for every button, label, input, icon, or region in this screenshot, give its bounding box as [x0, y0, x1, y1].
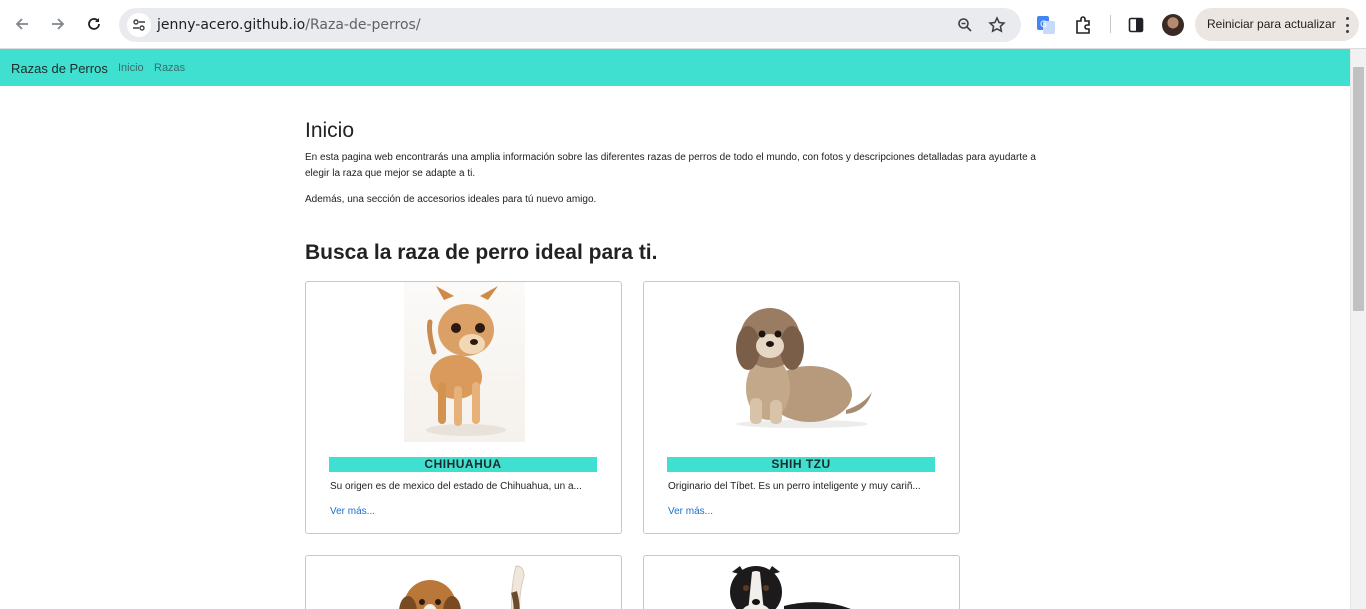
border-collie-image [724, 562, 864, 609]
bookmark-star-icon[interactable] [987, 15, 1007, 35]
navbar-brand[interactable]: Razas de Perros [11, 61, 108, 76]
site-navbar: Razas de Perros Inicio Razas [0, 49, 1350, 86]
toolbar-separator [1110, 15, 1111, 33]
card-title: CHIHUAHUA [329, 457, 597, 472]
url-path: /Raza-de-perros/ [305, 17, 421, 33]
extensions-icon[interactable] [1072, 14, 1094, 36]
chihuahua-image [404, 282, 525, 442]
breed-card-border-collie[interactable] [643, 555, 960, 609]
restart-button[interactable]: Reiniciar para actualizar [1195, 8, 1359, 41]
page-viewport: Razas de Perros Inicio Razas Inicio En e… [0, 49, 1366, 609]
breed-card-chihuahua[interactable]: CHIHUAHUA Su origen es de mexico del est… [305, 281, 622, 534]
card-title: SHIH TZU [667, 457, 935, 472]
zoom-icon[interactable] [955, 15, 975, 35]
page-title: Inicio [305, 119, 355, 142]
accessories-paragraph: Además, una sección de accesorios ideale… [305, 194, 597, 205]
page-scrollbar[interactable] [1350, 49, 1366, 609]
url-text[interactable]: jenny-acero.github.io/Raza-de-perros/ [157, 17, 421, 33]
breed-card-shih-tzu[interactable]: SHIH TZU Originario del Tíbet. Es un per… [643, 281, 960, 534]
menu-kebab-icon[interactable] [1345, 17, 1349, 33]
translate-icon[interactable]: G [1035, 14, 1057, 36]
site-info-icon[interactable] [127, 13, 151, 37]
url-domain: jenny-acero.github.io [157, 17, 306, 33]
search-heading: Busca la raza de perro ideal para ti. [305, 241, 658, 264]
nav-link-inicio[interactable]: Inicio [118, 62, 144, 74]
address-bar[interactable]: jenny-acero.github.io/Raza-de-perros/ [119, 8, 1021, 42]
card-description: Originario del Tíbet. Es un perro inteli… [668, 481, 921, 492]
forward-icon[interactable] [45, 11, 71, 37]
ver-mas-link[interactable]: Ver más... [330, 506, 375, 517]
side-panel-icon[interactable] [1125, 14, 1147, 36]
scrollbar-thumb[interactable] [1353, 67, 1364, 311]
beagle-image [394, 562, 534, 609]
browser-toolbar: jenny-acero.github.io/Raza-de-perros/ G … [0, 0, 1366, 49]
reload-icon[interactable] [81, 11, 107, 37]
nav-link-razas[interactable]: Razas [154, 62, 185, 74]
ver-mas-link[interactable]: Ver más... [668, 506, 713, 517]
restart-label: Reiniciar para actualizar [1207, 17, 1336, 31]
card-description: Su origen es de mexico del estado de Chi… [330, 481, 582, 492]
profile-avatar[interactable] [1162, 14, 1184, 36]
shih-tzu-image [722, 302, 882, 430]
back-icon[interactable] [9, 11, 35, 37]
intro-paragraph: En esta pagina web encontrarás una ampli… [305, 152, 1036, 179]
svg-text:G: G [1040, 20, 1047, 30]
breed-card-beagle[interactable] [305, 555, 622, 609]
